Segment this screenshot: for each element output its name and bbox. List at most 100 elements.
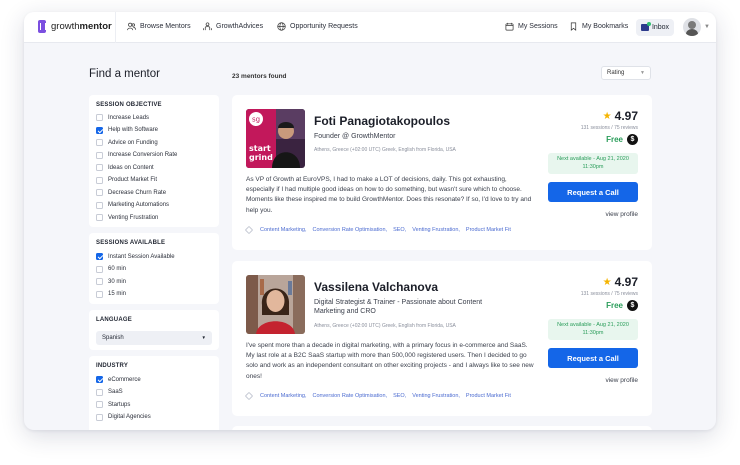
filter-session-objective: SESSION OBJECTIVE Increase Leads Help wi… [89,95,219,227]
chevron-down-icon[interactable]: ▼ [704,24,710,30]
star-icon: ★ [602,110,612,122]
tag[interactable]: Product Market Fit [466,393,511,399]
request-call-button[interactable]: Request a Call [548,348,638,368]
mentor-rating: ★ 4.97 [602,109,638,123]
filter-option[interactable]: Increase Conversion Rate [96,151,177,159]
view-profile-link[interactable]: view profile [605,377,638,384]
photo-badge-text: sg [252,116,260,124]
checkbox-checked[interactable] [96,253,103,260]
tag-icon [244,225,254,235]
filter-option[interactable]: 60 min [96,265,126,273]
tag[interactable]: SEO, [393,393,406,399]
checkbox[interactable] [96,164,103,171]
filter-option[interactable]: Help with Software [96,126,158,134]
checkbox[interactable] [96,401,103,408]
mentor-tags: Content Marketing, Conversion Rate Optim… [244,225,511,235]
filter-title: SESSION OBJECTIVE [96,102,162,108]
app-window: growthmentor Browse Mentors GrowthAdvice… [24,12,716,430]
growthmentor-logo-icon [38,20,46,33]
tag[interactable]: Venting Frustration, [412,393,460,399]
filter-option[interactable]: Ideas on Content [96,164,154,171]
filter-option[interactable]: SaaS [96,388,123,396]
filter-title: LANGUAGE [96,317,132,323]
calendar-icon [505,22,514,31]
mentor-bio: I've spent more than a decade in digital… [246,342,534,380]
sort-select[interactable]: Rating ▼ [601,66,651,80]
filter-option[interactable]: 30 min [96,278,126,285]
language-select[interactable]: Spanish ▼ [96,331,212,345]
user-avatar[interactable] [683,18,701,36]
page-title: Find a mentor [89,68,160,80]
checkbox[interactable] [96,176,103,184]
mentor-photo-image [246,275,305,334]
filter-option[interactable]: eCommerce [96,376,141,383]
tag[interactable]: SEO, [393,227,406,233]
filter-option[interactable]: Increase Leads [96,114,149,121]
checkbox[interactable] [96,214,103,221]
mentor-meta: Athens, Greece (+02:00 UTC) Greek, Engli… [314,323,456,329]
caret-down-icon: ▼ [201,335,206,340]
mentor-photo[interactable]: sg start grind [246,109,305,168]
photo-caption-line-2: grind [249,153,273,162]
filter-option[interactable]: Startups [96,401,130,408]
photo-caption-line-1: start [249,144,271,153]
filter-option[interactable]: Instant Session Available [96,253,175,260]
price: Free $ [606,300,638,311]
session-count: 131 sessions / 75 reviews [580,125,638,131]
mentor-name[interactable]: Vassilena Valchanova [314,280,438,294]
tag-icon [244,391,254,401]
nav-my-bookmarks[interactable]: My Bookmarks [569,22,628,31]
nav-inbox[interactable]: Inbox [636,19,674,36]
filter-option[interactable]: Product Market Fit [96,176,157,184]
filter-sessions-available: SESSIONS AVAILABLE Instant Session Avail… [89,233,219,304]
checkbox[interactable] [96,114,103,121]
checkbox[interactable] [96,290,103,298]
filter-option[interactable]: Advice on Funding [96,139,158,146]
brand-logo[interactable]: growthmentor [38,20,112,33]
checkbox[interactable] [96,278,103,285]
request-call-button[interactable]: Request a Call [548,182,638,202]
nav-divider [115,12,116,43]
mentor-photo-image: sg start grind [246,109,305,168]
filter-title: SESSIONS AVAILABLE [96,240,166,246]
inbox-icon [640,22,651,31]
mentor-name[interactable]: Foti Panagiotakopoulos [314,114,450,128]
filter-option[interactable]: Marketing Automations [96,201,169,209]
tag[interactable]: Venting Frustration, [412,227,460,233]
view-profile-link[interactable]: view profile [605,211,638,218]
tag[interactable]: Content Marketing, [260,393,306,399]
dollar-icon: $ [627,134,638,145]
checkbox-checked[interactable] [96,126,103,134]
tag[interactable]: Conversion Rate Optimisation, [312,227,387,233]
tag[interactable]: Content Marketing, [260,227,306,233]
nav-opportunity-requests[interactable]: Opportunity Requests [277,22,358,31]
nav-my-sessions[interactable]: My Sessions [505,22,558,31]
filter-option[interactable]: Venting Frustration [96,214,158,221]
checkbox[interactable] [96,265,103,273]
nav-growth-advices[interactable]: GrowthAdvices [203,22,263,31]
filter-option[interactable]: Decrease Churn Rate [96,189,166,196]
users-icon [127,22,136,31]
brand-name: growthmentor [51,21,112,32]
mentor-photo[interactable] [246,275,305,334]
filter-language: LANGUAGE Spanish ▼ [89,310,219,350]
filter-title: INDUSTRY [96,363,129,369]
checkbox[interactable] [96,201,103,209]
filter-option[interactable]: 15 min [96,290,126,298]
checkbox[interactable] [96,151,103,159]
mentor-rating: ★ 4.97 [602,275,638,289]
globe-icon [277,22,286,31]
mentor-role: Digital Strategist & Trainer - Passionat… [314,299,483,315]
checkbox[interactable] [96,388,103,396]
dollar-icon: $ [627,300,638,311]
nav-browse-mentors[interactable]: Browse Mentors [127,22,191,31]
checkbox-checked[interactable] [96,376,103,383]
tag[interactable]: Conversion Rate Optimisation, [312,393,387,399]
next-available-badge: Next available - Aug 21, 2020 11:30pm [548,153,638,174]
filter-option[interactable]: Digital Agencies [96,413,151,421]
checkbox[interactable] [96,413,103,421]
tag[interactable]: Product Market Fit [466,227,511,233]
checkbox[interactable] [96,139,103,146]
checkbox[interactable] [96,189,103,196]
bookmark-icon [570,22,577,31]
